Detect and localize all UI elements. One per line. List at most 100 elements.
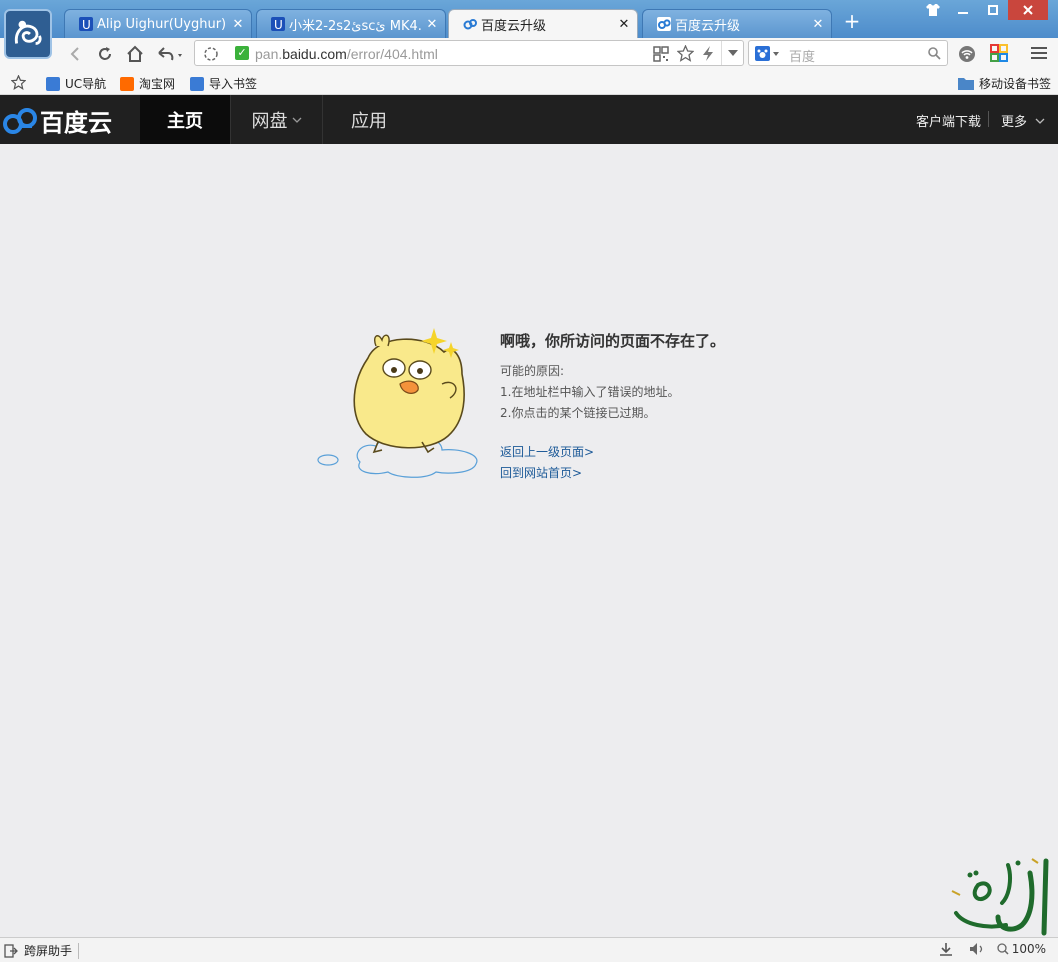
baidu-cloud-icon [657,17,671,31]
star-bookmark-icon[interactable] [677,45,694,62]
qr-code-icon[interactable] [653,46,669,62]
calligraphy-watermark-logo [951,858,1049,936]
home-button[interactable] [124,43,146,65]
reload-button[interactable] [94,43,116,65]
close-tab-icon[interactable]: ✕ [425,17,439,32]
bookmark-label: UC导航 [65,77,107,91]
close-tab-icon[interactable]: ✕ [617,17,631,32]
bookmark-taobao[interactable]: 淘宝网 [120,75,175,92]
tab-xiaomi[interactable]: U 小米2-2sئ2scئ MK4.4.4 ✕ [256,9,446,38]
address-bar[interactable]: ✓ pan.baidu.com/error/404.html [194,40,744,66]
reload-icon [99,47,111,60]
undo-close-button[interactable] [154,43,186,65]
bookmark-import[interactable]: 导入书签 [190,75,257,92]
uyghur-site-icon: U [79,17,93,31]
site-navbar: 百度云 主页 网盘 应用 客户端下载 更多 [0,95,1058,144]
search-box[interactable]: 百度 [748,40,948,66]
baidu-cloud-logo-icon [3,107,37,134]
wifi-icon[interactable] [958,45,976,63]
close-tab-icon[interactable]: ✕ [231,17,245,32]
tab-label: 小米2-2sئ2scئ MK4.4.4 [289,18,421,34]
menu-icon[interactable] [1030,46,1048,60]
assistant-label: 跨屏助手 [24,944,73,958]
client-download-link[interactable]: 客户端下载 [916,111,981,130]
back-previous-page-link[interactable]: 返回上一级页面> [500,443,594,460]
svg-text:U: U [82,18,91,31]
lightning-icon[interactable] [701,45,715,62]
status-bar: 跨屏助手 100% [0,937,1058,962]
bookmark-uc-nav[interactable]: UC导航 [46,75,106,92]
more-label: 更多 [1001,115,1028,130]
back-arrow-icon [70,47,79,61]
bookmark-label: 移动设备书签 [979,77,1052,91]
zoom-level[interactable]: 100% [1012,942,1046,956]
baidu-cloud-icon [463,19,477,30]
address-toolbar: ✓ pan.baidu.com/error/404.html 百度 [0,38,1058,70]
back-button[interactable] [64,43,86,65]
chevron-down-icon [1035,118,1045,124]
new-tab-button[interactable]: + [842,11,862,32]
browser-window: U Alip Uighur(Uyghur) IT v ✕ U 小米2-2sئ2s… [0,0,1058,962]
logo-text: 百度云 [40,109,112,137]
squirrel-icon [14,20,42,45]
apps-icon[interactable] [990,44,1008,62]
status-right: 100% [939,942,1046,956]
secure-check-icon: ✓ [235,46,249,60]
cross-screen-assistant-button[interactable]: 跨屏助手 [4,942,80,959]
svg-text:U: U [274,18,283,31]
tab-strip: U Alip Uighur(Uyghur) IT v ✕ U 小米2-2sئ2s… [0,0,1058,59]
reason-item: 2.你点击的某个链接已过期。 [500,406,656,420]
zoom-icon[interactable] [997,943,1009,955]
star-icon[interactable] [11,75,26,90]
folder-icon [958,78,974,90]
undo-icon [158,47,182,61]
tab-label: Alip Uighur(Uyghur) IT v [97,16,227,32]
nav-home[interactable]: 主页 [140,95,230,144]
tab-label: 百度云升级 [481,18,547,34]
page-info-icon[interactable] [203,46,219,62]
tab-alip-uighur[interactable]: U Alip Uighur(Uyghur) IT v ✕ [64,9,252,38]
tab-baidu-cloud-active[interactable]: 百度云升级 ✕ [448,9,638,38]
baidu-cloud-logo[interactable]: 百度云 [2,103,112,138]
import-icon [190,76,204,91]
url-domain: baidu.com [282,46,347,62]
bookmark-label: 淘宝网 [139,77,176,91]
mobile-bookmarks-folder[interactable]: 移动设备书签 [958,75,1051,92]
chevron-down-icon [728,50,738,56]
url-path: /error/404.html [346,46,438,62]
minimize-button[interactable] [948,0,978,20]
nav-apps[interactable]: 应用 [323,95,415,144]
download-icon[interactable] [939,942,953,956]
close-tab-icon[interactable]: ✕ [811,17,825,32]
search-icon[interactable] [928,47,941,60]
more-menu[interactable]: 更多 [1001,111,1045,130]
uyghur-site-icon: U [271,17,285,31]
volume-icon[interactable] [969,942,985,956]
back-home-link[interactable]: 回到网站首页> [500,464,582,481]
taobao-icon [120,76,134,91]
maximize-button[interactable] [978,0,1008,20]
status-divider [78,942,80,959]
bookmarks-bar: UC导航 淘宝网 导入书签 移动设备书签 [0,70,1058,95]
window-controls [918,0,1048,20]
uc-browser-logo[interactable] [4,9,52,59]
skin-icon[interactable] [918,0,948,20]
nav-netdisk-label: 网盘 [251,110,288,132]
home-icon [127,45,143,62]
url-dropdown-button[interactable] [721,41,743,65]
search-placeholder: 百度 [789,50,816,65]
baidu-paw-icon[interactable] [755,46,781,61]
confused-chick-illustration [317,328,478,478]
url-prefix: pan. [255,46,283,62]
nav-netdisk[interactable]: 网盘 [231,95,322,144]
tab-label: 百度云升级 [675,18,741,34]
url-text[interactable]: pan.baidu.com/error/404.html [255,46,438,62]
reason-heading: 可能的原因: [500,364,565,378]
exit-icon [4,943,18,958]
chevron-down-icon [292,117,301,123]
bookmark-label: 导入书签 [209,77,258,91]
nav-divider [988,111,989,127]
close-window-button[interactable] [1008,0,1048,20]
error-content: 啊哦，你所访问的页面不存在了。 可能的原因: 1.在地址栏中输入了错误的地址。 … [0,144,1058,937]
tab-baidu-cloud[interactable]: 百度云升级 ✕ [642,9,832,38]
